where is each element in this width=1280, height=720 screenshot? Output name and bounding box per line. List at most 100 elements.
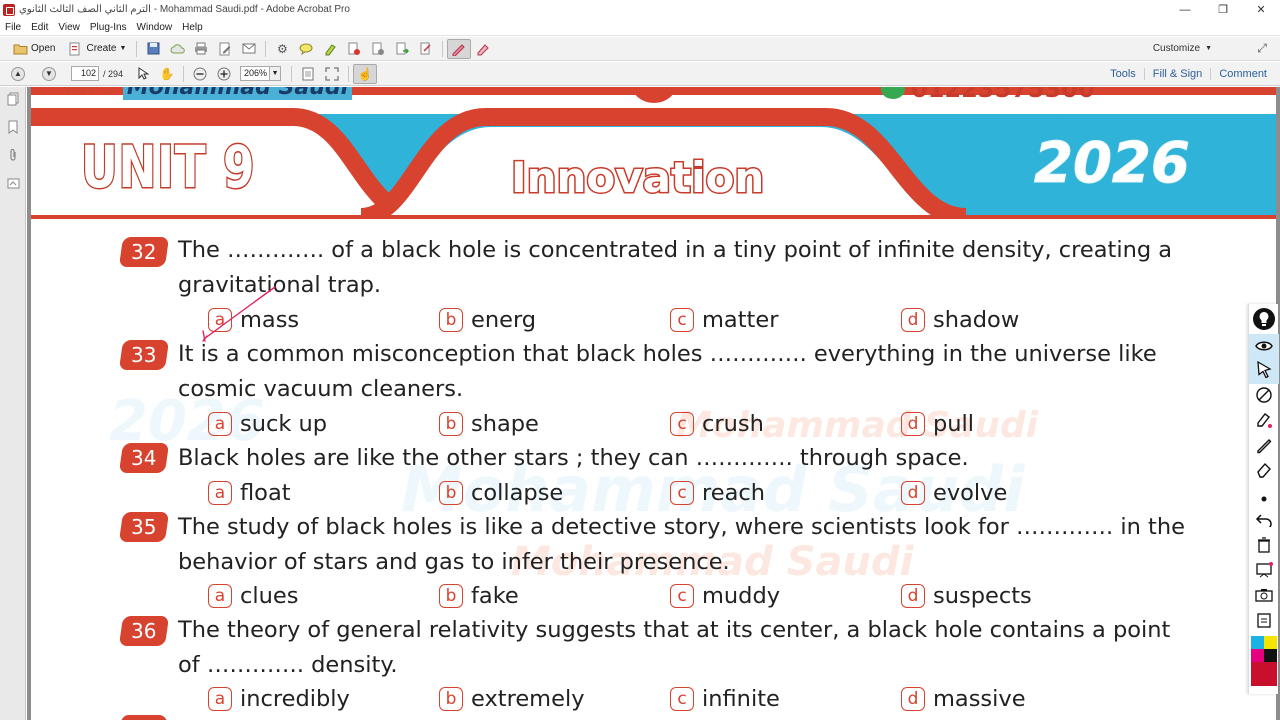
option-letter: b <box>439 412 463 436</box>
menu-plug-ins[interactable]: Plug-Ins <box>85 22 132 33</box>
document-viewport[interactable]: Mr : Mohammad Saudi 01223575300 UNIT 9 I… <box>27 87 1280 720</box>
option-d: d suspects <box>901 579 1032 613</box>
select-tool-button[interactable] <box>131 64 155 84</box>
question-number: 36 <box>131 619 157 643</box>
signatures-button[interactable] <box>0 171 26 199</box>
minimize-button[interactable]: — <box>1166 0 1204 19</box>
color-black-swatch[interactable] <box>1263 649 1277 662</box>
undo-button[interactable] <box>1249 509 1279 534</box>
question-number: 32 <box>131 240 157 264</box>
disable-pen-button[interactable] <box>1249 384 1279 409</box>
clear-button[interactable] <box>1249 534 1279 559</box>
zoom-in-button[interactable] <box>212 64 236 84</box>
stamp-button[interactable] <box>342 39 366 59</box>
attachments-button[interactable] <box>0 143 26 171</box>
hand-tool-button[interactable]: ✋ <box>155 64 179 84</box>
attach-button[interactable] <box>366 39 390 59</box>
menu-view[interactable]: View <box>53 22 85 33</box>
color-palette-icon[interactable] <box>1250 636 1277 662</box>
pages-icon <box>7 92 20 110</box>
view-mode-button[interactable] <box>1249 334 1279 359</box>
zoom-level-input[interactable]: 206% <box>240 66 271 81</box>
edit-document-button[interactable] <box>213 39 237 59</box>
tools-pane-link[interactable]: Tools <box>1102 68 1144 80</box>
export-button[interactable] <box>390 39 414 59</box>
menu-edit[interactable]: Edit <box>26 22 53 33</box>
question-number: 34 <box>131 446 157 470</box>
pointer-tool-button[interactable] <box>1249 359 1279 384</box>
customize-button[interactable]: Customize ▼ <box>1147 39 1218 59</box>
option-text: muddy <box>702 583 781 609</box>
option-text: reach <box>702 480 766 506</box>
create-button[interactable]: Create ▼ <box>61 39 132 59</box>
save-button[interactable] <box>141 39 165 59</box>
question-text: It is a common misconception that black … <box>178 341 1157 402</box>
close-button[interactable]: ✕ <box>1242 0 1280 19</box>
eraser-tool-button[interactable] <box>471 39 495 59</box>
next-page-button[interactable]: ▼ <box>42 66 56 81</box>
fit-page-button[interactable] <box>296 64 320 84</box>
highlight-button[interactable] <box>318 39 342 59</box>
option-letter: a <box>208 687 232 711</box>
pen-icon <box>1255 436 1273 458</box>
page-number-input[interactable]: 102 <box>71 66 99 81</box>
menu-window[interactable]: Window <box>132 22 178 33</box>
question-number: 33 <box>131 343 157 367</box>
page-thumbnails-button[interactable] <box>0 87 26 115</box>
email-button[interactable] <box>237 39 261 59</box>
color-cyan-swatch[interactable] <box>1250 636 1264 649</box>
pen-annotation-mark[interactable] <box>191 279 311 359</box>
open-button[interactable]: Open <box>6 39 61 59</box>
toolbar-logo-button[interactable] <box>1249 304 1279 334</box>
option-text: clues <box>240 583 299 609</box>
undo-icon <box>1255 513 1273 531</box>
restore-button[interactable]: ❐ <box>1204 0 1242 19</box>
highlighter-icon <box>1255 411 1273 433</box>
question-number-badge: 35 <box>118 512 170 542</box>
color-yellow-swatch[interactable] <box>1263 636 1277 649</box>
option-text: infinite <box>702 686 780 712</box>
sign-icon <box>418 41 434 57</box>
brush-size-button[interactable] <box>1249 484 1279 509</box>
print-button[interactable] <box>189 39 213 59</box>
option-text: collapse <box>471 480 564 506</box>
bookmarks-button[interactable] <box>0 115 26 143</box>
question-number-badge: 32 <box>118 237 170 267</box>
color-magenta-swatch[interactable] <box>1250 649 1264 662</box>
question-number-badge: 33 <box>118 340 170 370</box>
cloud-upload-button[interactable] <box>165 39 189 59</box>
touch-mode-button[interactable]: ☝ <box>353 63 378 84</box>
minus-circle-icon <box>192 66 208 82</box>
option-letter: b <box>439 308 463 332</box>
camera-icon <box>1255 588 1273 606</box>
pen-tool-button[interactable] <box>447 38 472 59</box>
option-text: suspects <box>933 583 1032 609</box>
clipboard-button[interactable] <box>1249 609 1279 634</box>
full-screen-button[interactable] <box>320 64 344 84</box>
fill-sign-pane-link[interactable]: Fill & Sign <box>1143 67 1211 80</box>
whiteboard-button[interactable] <box>1249 559 1279 584</box>
current-color-swatch[interactable] <box>1250 662 1277 686</box>
zoom-out-button[interactable] <box>188 64 212 84</box>
option-d: d pull <box>901 407 974 441</box>
unit-name: Innovation <box>509 152 765 204</box>
question-number-badge: 36 <box>118 616 170 646</box>
comment-bubble-button[interactable] <box>294 39 318 59</box>
highlighter-tool-button[interactable] <box>1249 409 1279 434</box>
sign-button[interactable] <box>414 39 438 59</box>
pen-tool-button[interactable] <box>1249 434 1279 459</box>
comment-pane-link[interactable]: Comment <box>1210 67 1275 80</box>
settings-button[interactable]: ⚙ <box>270 39 294 59</box>
menu-help[interactable]: Help <box>177 22 208 33</box>
next-question-badge-partial <box>121 715 167 720</box>
screenshot-button[interactable] <box>1249 584 1279 609</box>
eraser-tool-button[interactable] <box>1249 459 1279 484</box>
previous-page-button[interactable]: ▲ <box>11 66 25 81</box>
menu-file[interactable]: File <box>0 22 26 33</box>
window-title: الترم الثاني الصف الثالث الثانوي - Moham… <box>19 4 350 15</box>
option-letter: a <box>208 584 232 608</box>
option-text: massive <box>933 686 1026 712</box>
expand-button[interactable]: ⤢ <box>1250 39 1274 59</box>
option-c: c crush <box>670 407 764 441</box>
zoom-dropdown-button[interactable]: ▼ <box>270 66 282 81</box>
